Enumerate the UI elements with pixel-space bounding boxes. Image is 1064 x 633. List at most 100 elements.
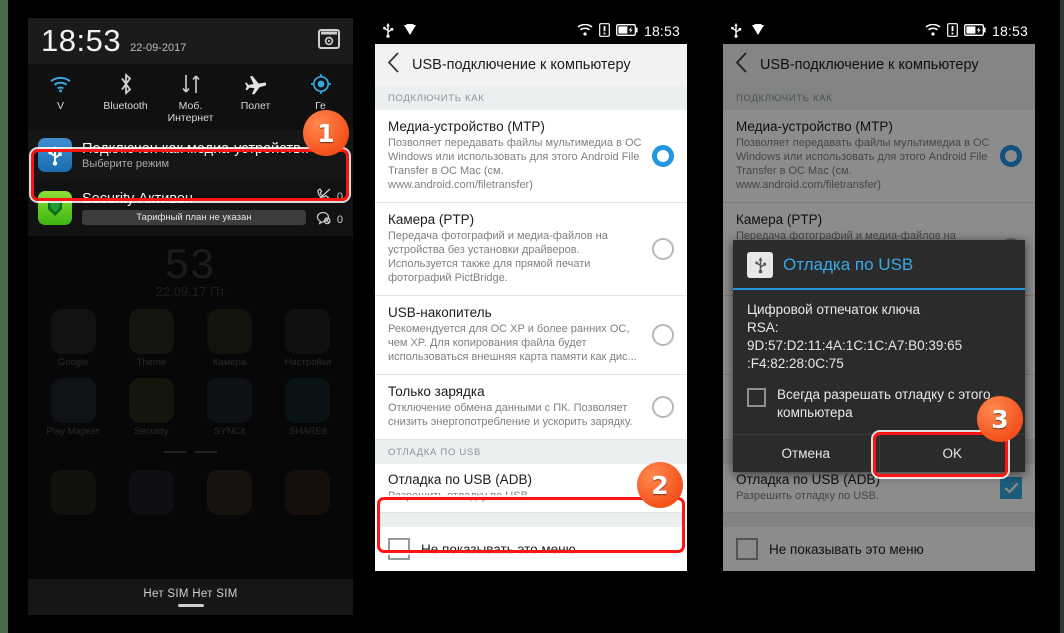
app-label: SHAREit [289,426,327,437]
gear-screenshot-icon[interactable] [318,28,340,54]
option-description: Позволяет передавать файлы мультимедиа в… [388,137,642,191]
app-drawer-icon [207,470,253,515]
option-title: USB-накопитель [388,305,492,320]
airplane-icon [223,72,288,96]
notification-text: Подключен как медиа-устройств.. Выберите… [82,141,343,170]
app-icon-shareit[interactable]: SHAREit [269,378,347,437]
quick-setting-mobile-data[interactable]: Моб. Интернет [158,72,223,124]
home-page-indicator [28,440,353,458]
data-transfer-icon [158,72,223,96]
app-bar: USB-подключение к компьютеру [375,44,687,86]
cancel-button[interactable]: Отмена [733,435,879,472]
quick-setting-bluetooth[interactable]: Bluetooth [93,72,158,124]
step-badge-1: 1 [303,110,349,156]
notification-security[interactable]: Security Активен Тарифный план не указан [28,180,353,236]
app-icon-camera[interactable]: Камера [191,309,269,368]
home-screen-behind-shade: 53 22.09.17 Пт Google Theme Камера Настр… [28,236,353,615]
quick-setting-label: Полет [240,100,271,112]
page-title: USB-подключение к компьютеру [412,57,631,73]
section-header-usb-debug: ОТЛАДКА ПО USB [375,440,687,464]
counter-value: 0 [336,213,343,226]
app-grid-row-3 [28,460,353,515]
dialog-buttons: Отмена OK [733,434,1025,472]
radio-mass-storage[interactable] [652,323,674,346]
phone-panel-usb-debug-dialog: 18:53 USB-подключение к компьютеру ПОДКЛ… [723,18,1035,615]
quick-setting-label: Моб. Интернет [167,100,214,124]
home-indicator-pill[interactable] [177,603,204,607]
option-row-charge-only[interactable]: Только зарядка Отключение обмена данными… [375,375,687,440]
counter-missed-calls: 0 [316,188,343,205]
option-description: Отключение обмена данными с ПК. Позволяе… [388,402,633,428]
home-clock-date: 22.09.17 Пт [155,284,226,299]
shade-header: 18:53 22-09-2017 [28,18,353,64]
status-bar: 18:53 [375,18,687,44]
option-row-mass-storage[interactable]: USB-накопитель Рекомендуется для ОС XP и… [375,296,687,375]
app-icon-theme[interactable]: Theme [112,309,190,368]
step-badge-3: 3 [977,396,1023,442]
quick-setting-airplane[interactable]: Полет [223,72,288,124]
dialog-body: Цифровой отпечаток ключа RSA: 9D:57:D2:1… [733,290,1025,377]
security-shield-icon [38,191,72,225]
always-allow-checkbox[interactable] [747,388,766,407]
radio-charge-only[interactable] [652,395,674,418]
sim-status-label: Нет SIM Нет SIM [143,587,238,600]
radio-mtp[interactable] [652,144,674,167]
wifi-icon [925,23,941,39]
app-icon-play-market[interactable]: Play Маркет [34,378,112,437]
page-dot [164,451,187,453]
play-store-icon [50,378,96,423]
app-icon-google[interactable]: Google [34,309,112,368]
dimmed-settings-background: USB-подключение к компьютеру ПОДКЛЮЧИТЬ … [723,44,1035,571]
security-icon [128,378,174,423]
home-clock: 53 22.09.17 Пт [28,236,353,299]
option-description: Рекомендуется для ОС XP и более ранних О… [388,323,637,363]
usb-icon [747,252,773,278]
blocked-message-icon [316,211,331,228]
dont-show-menu-checkbox[interactable] [388,538,410,560]
option-title: Камера (PTP) [388,212,475,227]
quick-setting-label: Bluetooth [103,100,148,112]
messages-icon [128,470,174,515]
app-label: Theme [136,357,167,368]
app-icon-settings[interactable]: Настройки [269,309,347,368]
app-icon-apps[interactable] [191,470,269,515]
sim-alert-icon [599,22,610,40]
app-icon-browser[interactable] [269,470,347,515]
browser-icon [285,470,331,515]
option-description: Передача фотографий и медиа-файлов на ус… [388,230,608,284]
right-edge-strip [1060,0,1064,633]
battery-icon [616,23,638,39]
download-icon [751,22,765,39]
dont-show-menu-row[interactable]: Не показывать это меню [375,527,687,571]
radio-ptp[interactable] [652,237,674,260]
phone-panel-notification-shade: 18:53 22-09-2017 V Bluetooth Моб. Интерн… [28,18,353,615]
syncit-icon [207,378,253,423]
sim-alert-icon [947,22,958,40]
chevron-left-icon[interactable] [387,52,400,78]
option-row-ptp[interactable]: Камера (PTP) Передача фотографий и медиа… [375,203,687,296]
app-icon-phone[interactable] [34,470,112,515]
location-icon [288,72,353,96]
quick-setting-wifi[interactable]: V [28,72,93,124]
missed-call-icon [316,188,331,205]
camera-icon [207,309,253,354]
battery-icon [964,23,986,39]
app-label: Камера [213,357,247,368]
usb-icon [730,22,742,41]
status-bar: 18:53 [723,18,1035,44]
app-icon-syncit[interactable]: SYNCit [191,378,269,437]
section-spacer [375,513,687,527]
app-icon-security[interactable]: Security [112,378,190,437]
usb-debugging-dialog: Отладка по USB Цифровой отпечаток ключа … [733,240,1025,472]
settings-gear-icon [285,309,331,354]
status-bar-clock: 18:53 [643,23,680,39]
usb-icon [38,138,72,172]
section-header-connect-as: ПОДКЛЮЧИТЬ КАК [375,86,687,110]
adb-title: Отладка по USB (ADB) [388,472,532,487]
dialog-body-line-2: RSA: [747,320,779,335]
page-dot [194,451,217,453]
option-title: Только зарядка [388,384,485,399]
option-row-mtp[interactable]: Медиа-устройство (MTP) Позволяет передав… [375,110,687,203]
app-icon-messages[interactable] [112,470,190,515]
shade-clock: 18:53 [41,23,122,58]
